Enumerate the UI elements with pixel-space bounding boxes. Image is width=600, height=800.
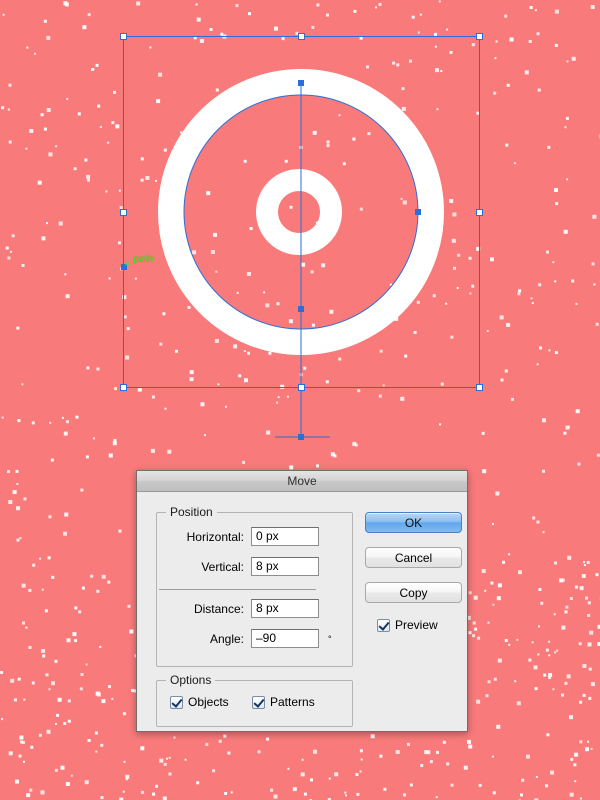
patterns-checkbox-row[interactable]: Patterns [252, 695, 315, 709]
path-anchor-top[interactable] [298, 80, 304, 86]
bbox-handle-middle-left[interactable] [120, 209, 127, 216]
preview-checkbox-label: Preview [395, 618, 438, 632]
bbox-handle-bottom-right[interactable] [476, 384, 483, 391]
bbox-handle-bottom-center[interactable] [298, 384, 305, 391]
vertical-input[interactable]: 8 px [251, 557, 319, 576]
horizontal-label: Horizontal: [186, 529, 244, 544]
position-group-legend: Position [166, 505, 217, 519]
distance-label: Distance: [193, 601, 244, 616]
move-dialog[interactable]: Move Position Horizontal: 0 px Vertical:… [136, 470, 468, 732]
bbox-handle-top-right[interactable] [476, 33, 483, 40]
bbox-handle-top-left[interactable] [120, 33, 127, 40]
dialog-titlebar[interactable]: Move [137, 471, 467, 492]
preview-checkbox-icon[interactable] [377, 618, 390, 632]
angle-label: Angle: [209, 631, 244, 646]
dialog-body: Position Horizontal: 0 px Vertical: 8 px… [137, 492, 467, 730]
bbox-handle-middle-right[interactable] [476, 209, 483, 216]
distance-input[interactable]: 8 px [251, 599, 319, 618]
dialog-title: Move [287, 474, 317, 488]
objects-checkbox-row[interactable]: Objects [170, 695, 229, 709]
patterns-checkbox-label: Patterns [270, 695, 315, 709]
objects-checkbox-label: Objects [188, 695, 229, 709]
bbox-handle-top-center[interactable] [298, 33, 305, 40]
patterns-checkbox-icon[interactable] [252, 695, 265, 709]
cancel-button[interactable]: Cancel [365, 547, 462, 568]
path-anchor-bottom[interactable] [298, 434, 304, 440]
angle-input[interactable]: –90 [251, 629, 319, 648]
smart-guide-label: path [133, 254, 155, 265]
vertical-field-row: Vertical: 8 px [159, 557, 319, 576]
copy-button[interactable]: Copy [365, 582, 462, 603]
preview-checkbox-row[interactable]: Preview [377, 618, 438, 632]
position-divider [159, 589, 316, 590]
path-anchor-right[interactable] [415, 209, 421, 215]
angle-field-row: Angle: –90 ° [159, 629, 332, 648]
ok-button[interactable]: OK [365, 512, 462, 533]
vertical-label: Vertical: [201, 559, 244, 574]
smart-guide-marker-icon: × [124, 258, 131, 270]
app-screen: × path Move Position Horizontal: 0 px Ve… [0, 0, 600, 800]
horizontal-input[interactable]: 0 px [251, 527, 319, 546]
objects-checkbox-icon[interactable] [170, 695, 183, 709]
path-anchor-center-bottom[interactable] [298, 306, 304, 312]
options-group-legend: Options [166, 673, 216, 687]
horizontal-field-row: Horizontal: 0 px [159, 527, 319, 546]
distance-field-row: Distance: 8 px [159, 599, 319, 618]
degree-symbol: ° [328, 633, 332, 644]
bbox-handle-bottom-left[interactable] [120, 384, 127, 391]
